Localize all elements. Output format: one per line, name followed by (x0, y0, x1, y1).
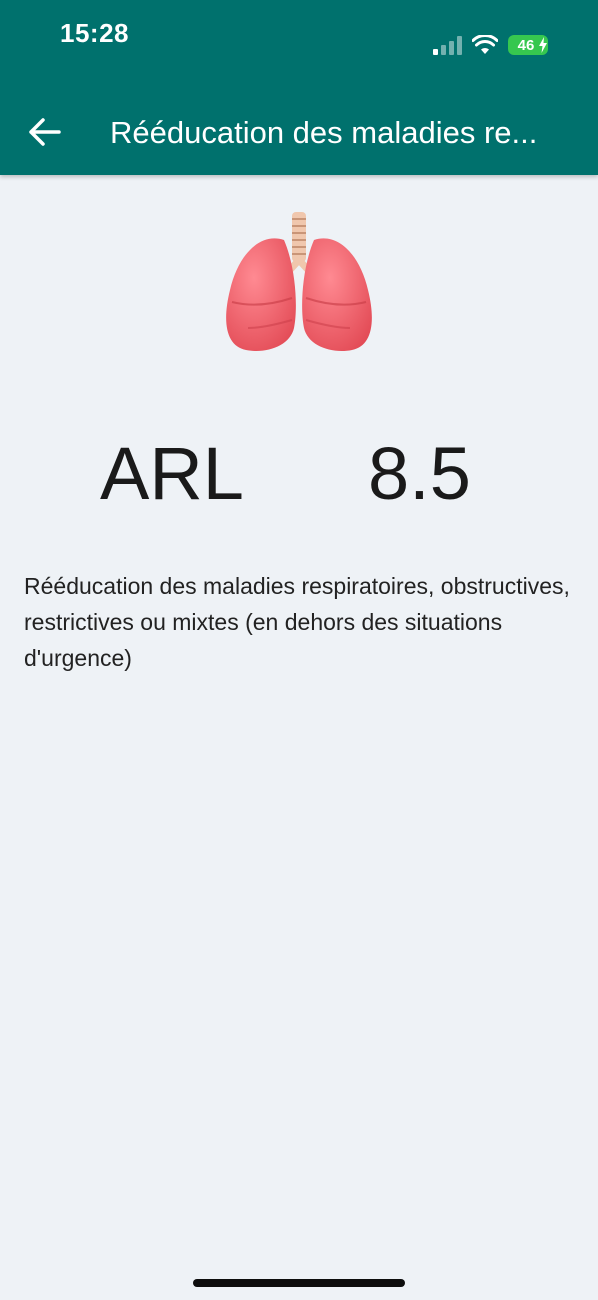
battery-charging-icon (539, 37, 547, 53)
back-button[interactable] (22, 110, 66, 154)
app-header: 15:28 46 Rééducation des maladies re... (0, 0, 598, 175)
cellular-signal-icon (432, 35, 462, 55)
arrow-left-icon (29, 118, 61, 146)
status-icons: 46 (432, 33, 548, 57)
act-description: Rééducation des maladies respiratoires, … (24, 573, 570, 671)
wifi-icon (472, 35, 498, 55)
status-time: 15:28 (60, 18, 129, 48)
lungs-icon (218, 210, 380, 360)
page-title: Rééducation des maladies re... (110, 115, 538, 150)
battery-level: 46 (517, 36, 535, 54)
home-indicator[interactable] (193, 1279, 405, 1287)
act-coefficient: 8.5 (368, 432, 471, 515)
act-code: ARL (100, 432, 244, 515)
battery-indicator: 46 (508, 35, 548, 55)
